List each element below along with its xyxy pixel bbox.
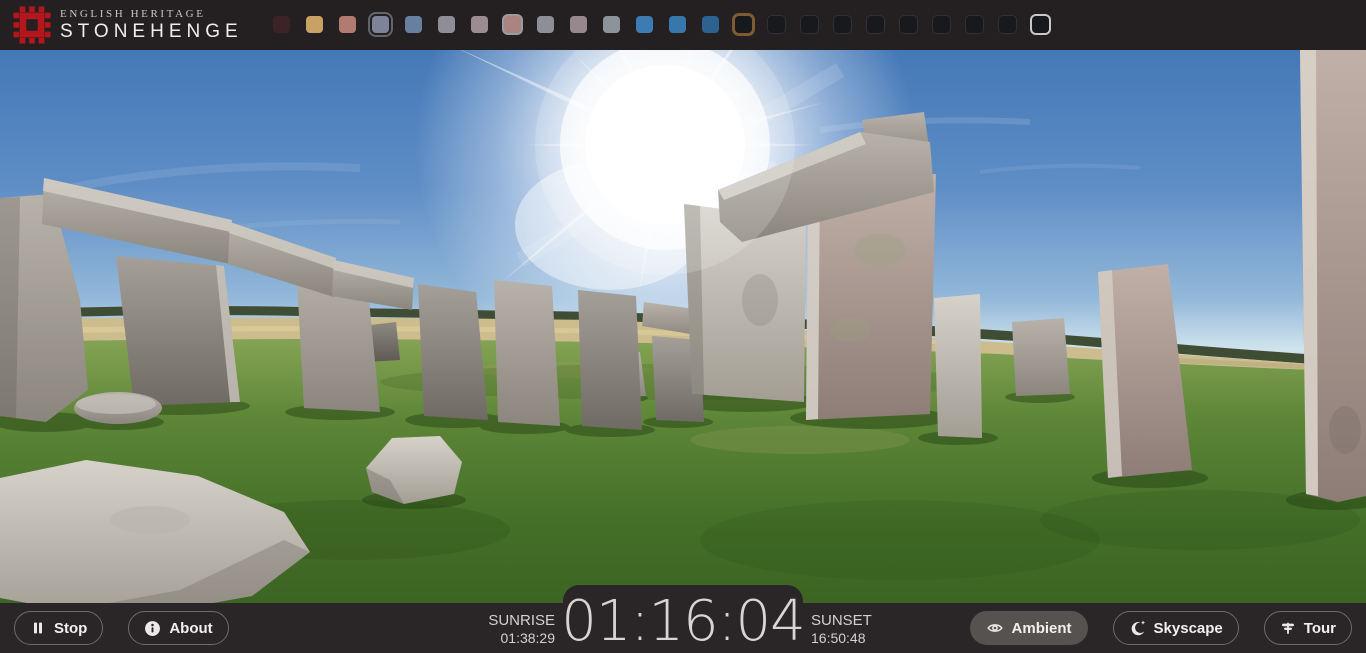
hour-square-19[interactable]	[900, 16, 917, 33]
clock-time: 01:16:04	[561, 591, 805, 653]
hour-squares-row	[273, 16, 1049, 33]
hour-square-18[interactable]	[867, 16, 884, 33]
right-controls: Ambient Skyscape Tour	[970, 611, 1352, 645]
skyscape-button[interactable]: Skyscape	[1113, 611, 1239, 645]
stop-label: Stop	[54, 620, 87, 637]
app-header: ENGLISH HERITAGE STONEHENGE	[0, 0, 1366, 50]
hour-square-2[interactable]	[339, 16, 356, 33]
hour-square-13[interactable]	[702, 16, 719, 33]
bottom-bar: 01:16:04 SUNRISE 01:38:29 SUNSET 16:50:4…	[0, 603, 1366, 653]
hour-square-1[interactable]	[306, 16, 323, 33]
brand-eyebrow: ENGLISH HERITAGE	[60, 8, 243, 20]
ambient-button[interactable]: Ambient	[970, 611, 1088, 645]
hour-square-16[interactable]	[801, 16, 818, 33]
about-label: About	[169, 620, 212, 637]
skyscape-label: Skyscape	[1154, 620, 1223, 637]
tour-button[interactable]: Tour	[1264, 611, 1352, 645]
about-button[interactable]: About	[128, 611, 228, 645]
sunset-time: 16:50:48	[811, 630, 872, 647]
brand-title: STONEHENGE	[60, 21, 243, 43]
sunrise-label: SUNRISE	[488, 612, 555, 630]
hour-square-4[interactable]	[405, 16, 422, 33]
ambient-label: Ambient	[1012, 620, 1072, 637]
signpost-icon	[1280, 620, 1296, 636]
tour-label: Tour	[1304, 620, 1336, 637]
stonehenge-panorama	[0, 50, 1366, 603]
hour-square-12[interactable]	[669, 16, 686, 33]
hour-square-21[interactable]	[966, 16, 983, 33]
eye-icon	[986, 620, 1004, 636]
info-icon	[144, 620, 161, 637]
sunset-info: SUNSET 16:50:48	[811, 612, 872, 647]
sunrise-info: SUNRISE 01:38:29	[488, 612, 555, 647]
hour-square-20[interactable]	[933, 16, 950, 33]
hour-square-23[interactable]	[1032, 16, 1049, 33]
english-heritage-logo-icon	[13, 6, 51, 44]
hour-square-10[interactable]	[603, 16, 620, 33]
sunrise-time: 01:38:29	[488, 630, 555, 647]
stop-button[interactable]: Stop	[14, 611, 103, 645]
pause-icon	[30, 620, 46, 636]
hour-square-11[interactable]	[636, 16, 653, 33]
panorama-viewport[interactable]	[0, 50, 1366, 603]
left-controls: Stop About	[14, 611, 229, 645]
hour-square-6[interactable]	[471, 16, 488, 33]
brand[interactable]: ENGLISH HERITAGE STONEHENGE	[13, 6, 243, 44]
hour-square-22[interactable]	[999, 16, 1016, 33]
hour-square-9[interactable]	[570, 16, 587, 33]
hour-square-5[interactable]	[438, 16, 455, 33]
stonehenge-skyscape-app: { "brand": { "eyebrow": "ENGLISH HERITAG…	[0, 0, 1366, 653]
hour-square-8[interactable]	[537, 16, 554, 33]
hour-square-0[interactable]	[273, 16, 290, 33]
hour-square-3[interactable]	[372, 16, 389, 33]
hour-square-7[interactable]	[504, 16, 521, 33]
hour-square-14[interactable]	[735, 16, 752, 33]
clock-panel: 01:16:04	[563, 585, 803, 653]
hour-square-15[interactable]	[768, 16, 785, 33]
hour-square-17[interactable]	[834, 16, 851, 33]
moon-stars-icon	[1129, 620, 1146, 637]
sunset-label: SUNSET	[811, 612, 872, 630]
